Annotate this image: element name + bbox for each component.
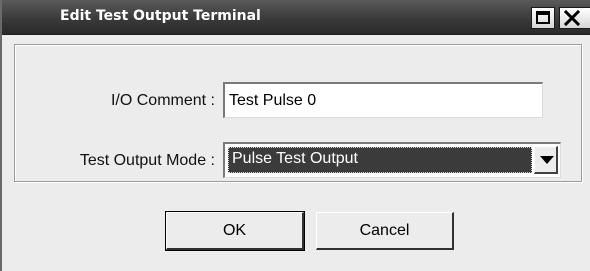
cancel-button[interactable]: Cancel — [316, 212, 454, 250]
io-comment-label: I/O Comment : — [110, 92, 215, 109]
window-title: Edit Test Output Terminal — [60, 8, 261, 24]
edit-test-output-dialog: Edit Test Output Terminal I/O Comment : … — [0, 0, 590, 271]
restore-icon — [536, 11, 550, 24]
test-output-mode-select[interactable]: Pulse Test Output — [223, 142, 561, 178]
test-output-mode-selected: Pulse Test Output — [228, 147, 532, 173]
dropdown-button[interactable] — [534, 146, 558, 174]
chevron-down-icon — [540, 156, 554, 164]
close-button[interactable] — [559, 7, 590, 29]
close-icon — [563, 9, 581, 27]
title-bar[interactable]: Edit Test Output Terminal — [2, 0, 590, 35]
io-comment-input[interactable] — [223, 82, 543, 118]
restore-button[interactable] — [531, 7, 555, 29]
ok-button[interactable]: OK — [165, 211, 305, 251]
test-output-mode-label: Test Output Mode : — [79, 152, 215, 169]
